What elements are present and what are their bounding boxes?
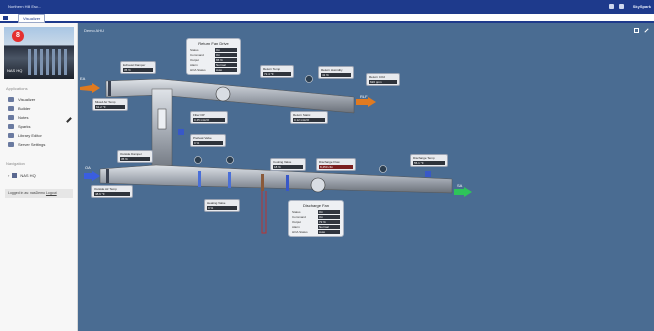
return-gauge-icon — [305, 75, 313, 83]
cooling-coil — [228, 172, 231, 188]
filter-element — [157, 108, 167, 130]
sensor-readout[interactable]: Filter DP 0.45 inH2O — [190, 111, 228, 124]
sensor-readout[interactable]: Return CO2 620 ppm — [366, 73, 400, 86]
settings-icon — [8, 142, 14, 147]
login-status: Logged in as: nasDemo Logout — [5, 189, 73, 198]
tag-icon[interactable] — [609, 4, 614, 9]
applications-heading: Applications — [6, 86, 28, 91]
thermostat-icon — [425, 171, 431, 177]
site-photo: 8 NAS HQ — [4, 27, 74, 79]
reheat-coil — [286, 175, 289, 191]
notes-icon — [8, 115, 14, 120]
sparks-icon — [8, 124, 14, 129]
sensor-readout[interactable]: Discharge Flow 8,450 cfm — [316, 158, 356, 171]
return-fan[interactable] — [215, 86, 231, 102]
preheat-coil — [198, 171, 201, 187]
outside-air-label: OA — [85, 165, 91, 170]
user-name[interactable]: SkySpark — [633, 4, 651, 9]
library-icon — [8, 133, 14, 138]
chevron-right-icon: › — [8, 173, 10, 178]
sensor-readout[interactable]: Mixed Air Temp 61.2 °F — [92, 98, 128, 111]
site-caption: NAS HQ — [7, 68, 23, 73]
sensor-readout[interactable]: Outside Air Temp 48.6 °F — [91, 185, 133, 198]
supply-label: SA — [457, 183, 463, 188]
builder-icon — [8, 106, 14, 111]
preheat-gauge-icon — [194, 156, 202, 164]
outside-damper[interactable] — [106, 169, 109, 183]
grid-icon — [8, 97, 14, 102]
edit-pencil-icon[interactable] — [66, 117, 72, 123]
sidebar: 8 NAS HQ Applications Visualizer Builder… — [0, 23, 78, 331]
app-item-server-settings[interactable]: Server Settings — [8, 141, 45, 148]
sensor-readout[interactable]: Return Humidity 41 % — [318, 66, 354, 79]
exhaust-damper[interactable] — [108, 81, 111, 96]
sensor-readout[interactable]: Outside Damper 35 % — [117, 150, 153, 163]
outside-arrow-icon — [84, 171, 100, 181]
supply-fan[interactable] — [310, 177, 326, 193]
cooling-gauge-icon — [226, 156, 234, 164]
exhaust-label: EA — [80, 76, 86, 81]
sensor-readout[interactable]: Return Temp 72.4 °F — [260, 65, 294, 78]
app-item-visualizer[interactable]: Visualizer — [8, 96, 35, 103]
app-item-library-editor[interactable]: Library Editor — [8, 132, 42, 139]
sensor-readout[interactable]: Discharge Temp 55.1 °F — [410, 154, 448, 167]
nav-tree-item[interactable]: › NAS HQ — [8, 173, 36, 178]
mixing-duct — [151, 88, 173, 176]
sensor-readout[interactable]: Heating Valve 0 % — [204, 199, 240, 212]
building-icon — [12, 173, 18, 178]
sensor-readout[interactable]: Exhaust Damper 35 % — [120, 61, 156, 74]
discharge-fan-panel[interactable]: Discharge Fan Status On Command On Output 7… — [288, 200, 344, 237]
tab-visualizer[interactable]: Visualizer — [18, 14, 46, 23]
return-fan-panel[interactable]: Return Fan Drive Status On Command On Outp… — [186, 38, 241, 75]
tab-bar — [0, 14, 654, 23]
sensor-readout[interactable]: Return Static 0.12 inH2O — [290, 111, 328, 124]
exhaust-arrow-icon — [80, 83, 100, 93]
title-bar: Northern Hill Esc... SkySpark — [0, 0, 654, 14]
return-label: RLF — [360, 94, 368, 99]
sensor-readout[interactable]: Preheat Valve 0 % — [190, 134, 226, 147]
alarm-badge[interactable]: 8 — [12, 30, 24, 42]
heating-coil — [261, 174, 264, 191]
app-item-builder[interactable]: Builder — [8, 105, 30, 112]
chevron-down-icon[interactable] — [619, 4, 624, 9]
ahu-diagram — [80, 75, 472, 234]
hot-water-pipe — [261, 191, 267, 234]
app-item-notes[interactable]: Notes — [8, 114, 28, 121]
home-icon[interactable] — [3, 16, 8, 20]
thermostat-icon — [178, 129, 184, 135]
sensor-readout[interactable]: Cooling Valve 18 % — [270, 158, 306, 171]
navigation-heading: Navigation — [6, 161, 25, 166]
supply-arrow-icon — [454, 187, 472, 197]
logout-link[interactable]: Logout — [46, 191, 57, 195]
discharge-gauge-icon — [379, 165, 387, 173]
app-item-sparks[interactable]: Sparks — [8, 123, 30, 130]
app-title: Northern Hill Esc... — [8, 4, 42, 9]
